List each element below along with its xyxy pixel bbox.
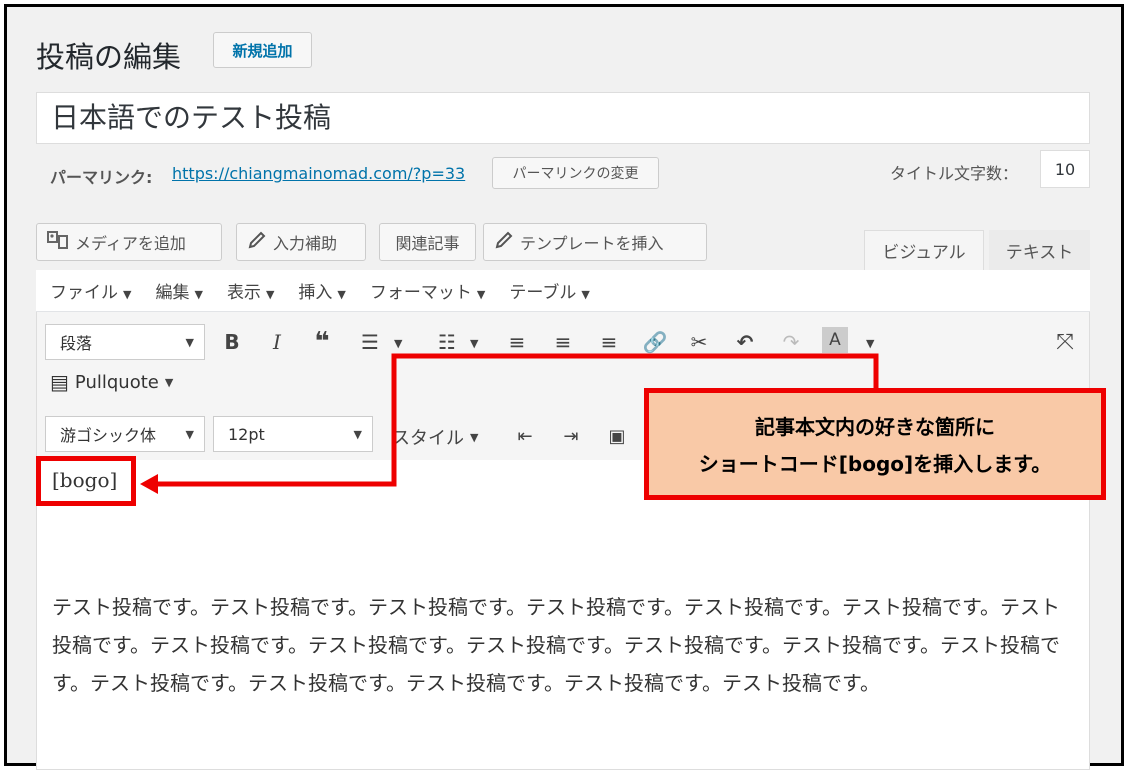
annotation-callout: 記事本文内の好きな箇所に ショートコード[bogo]を挿入します。 bbox=[644, 388, 1106, 500]
annotation-arrow bbox=[140, 353, 879, 494]
annotation-line-1: 記事本文内の好きな箇所に bbox=[755, 415, 995, 439]
annotation-line-2: ショートコード[bogo]を挿入します。 bbox=[698, 452, 1052, 476]
